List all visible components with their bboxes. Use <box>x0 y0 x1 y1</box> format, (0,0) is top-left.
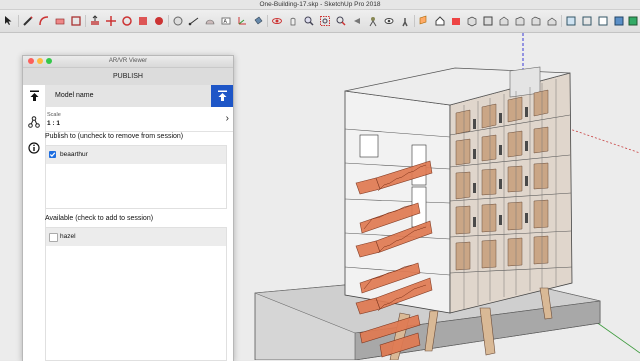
ar-vr-viewer-panel: AR/VR Viewer PUBLISH Model name Scale 1 … <box>22 55 234 361</box>
available-section-title: Available (check to add to session) <box>45 215 154 222</box>
window-title: One-Building-17.skp - SketchUp Pro 2018 <box>259 1 381 8</box>
walk-icon[interactable] <box>398 14 411 27</box>
select-icon[interactable] <box>2 14 15 27</box>
shape-icon[interactable] <box>69 14 82 27</box>
published-users-list: beaarthur <box>45 145 227 209</box>
available-users-list: hazel <box>45 227 227 361</box>
checkbox-checked[interactable] <box>49 151 56 158</box>
protractor-icon[interactable] <box>203 14 216 27</box>
share-network-icon[interactable] <box>26 113 42 131</box>
publish-icon[interactable] <box>26 87 42 105</box>
chevron-right-icon[interactable]: › <box>226 113 229 124</box>
section-plane-icon[interactable] <box>417 14 430 27</box>
publish-upload-button[interactable] <box>211 85 233 107</box>
paint-bucket-icon[interactable] <box>251 14 264 27</box>
panel-content: Model name Scale 1 : 1 › Publish to (unc… <box>45 85 233 361</box>
svg-text:A: A <box>223 19 227 25</box>
upload-icon <box>217 90 227 101</box>
panel-title-bar: AR/VR Viewer <box>23 56 233 68</box>
list-item[interactable]: beaarthur <box>46 146 226 164</box>
look-around-icon[interactable] <box>382 14 395 27</box>
tape-measure-icon[interactable] <box>171 14 184 27</box>
arc-icon[interactable] <box>37 14 50 27</box>
maximize-icon[interactable] <box>46 58 52 64</box>
back-view-icon[interactable] <box>529 14 542 27</box>
offset-icon[interactable] <box>152 14 165 27</box>
3d-warehouse-icon[interactable] <box>433 14 446 27</box>
wireframe-icon[interactable] <box>580 14 593 27</box>
info-icon[interactable] <box>26 139 42 157</box>
text-icon[interactable]: A <box>219 14 232 27</box>
orbit-icon[interactable] <box>270 14 283 27</box>
panel-title: AR/VR Viewer <box>108 58 148 64</box>
zoom-window-icon[interactable] <box>318 14 331 27</box>
scale-row[interactable]: Scale 1 : 1 › <box>45 109 233 132</box>
scale-label: Scale <box>47 112 61 118</box>
top-view-icon[interactable] <box>481 14 494 27</box>
push-pull-icon[interactable] <box>88 14 101 27</box>
scale-value: 1 : 1 <box>47 120 61 127</box>
dimension-icon[interactable] <box>187 14 200 27</box>
model-name-row[interactable]: Model name <box>45 85 233 107</box>
left-view-icon[interactable] <box>545 14 558 27</box>
extension-warehouse-icon[interactable] <box>449 14 462 27</box>
zoom-extents-icon[interactable] <box>334 14 347 27</box>
minimize-icon[interactable] <box>37 58 43 64</box>
model-name-label: Model name <box>55 92 94 99</box>
right-view-icon[interactable] <box>513 14 526 27</box>
iso-view-icon[interactable] <box>465 14 478 27</box>
move-icon[interactable] <box>104 14 117 27</box>
checkbox-unchecked[interactable] <box>49 233 58 242</box>
previous-view-icon[interactable] <box>350 14 363 27</box>
hidden-line-icon[interactable] <box>596 14 609 27</box>
pencil-icon[interactable] <box>21 14 34 27</box>
app-title-bar: One-Building-17.skp - SketchUp Pro 2018 <box>0 0 640 10</box>
front-view-icon[interactable] <box>497 14 510 27</box>
close-icon[interactable] <box>28 58 34 64</box>
scale-icon[interactable] <box>136 14 149 27</box>
user-name: beaarthur <box>60 151 88 158</box>
main-toolbar: A <box>0 10 640 33</box>
rotate-icon[interactable] <box>120 14 133 27</box>
list-item[interactable]: hazel <box>46 228 226 246</box>
zoom-icon[interactable] <box>302 14 315 27</box>
pan-icon[interactable] <box>286 14 299 27</box>
user-name: hazel <box>60 233 76 240</box>
publish-section-title: Publish to (uncheck to remove from sessi… <box>45 133 184 140</box>
shaded-icon[interactable] <box>612 14 625 27</box>
position-camera-icon[interactable] <box>366 14 379 27</box>
shaded-textures-icon[interactable] <box>626 14 639 27</box>
xray-icon[interactable] <box>564 14 577 27</box>
panel-sidebar <box>23 85 46 361</box>
panel-header: PUBLISH <box>23 68 233 86</box>
axes-icon[interactable] <box>235 14 248 27</box>
eraser-icon[interactable] <box>53 14 66 27</box>
